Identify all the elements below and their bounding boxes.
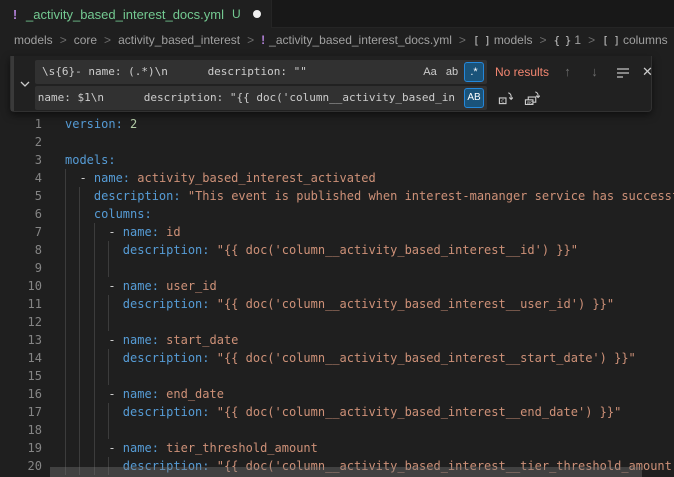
symbol-array-icon: [ ]	[602, 34, 619, 47]
toggle-replace-button[interactable]	[14, 56, 35, 111]
chevron-down-icon	[20, 81, 30, 87]
tab-bar: ! _activity_based_interest_docs.yml U	[0, 0, 674, 28]
line-number: 19	[0, 439, 42, 457]
whole-word-toggle[interactable]: ab	[442, 62, 462, 82]
line-number: 14	[0, 349, 42, 367]
horizontal-scrollbar[interactable]	[50, 467, 642, 477]
line-number: 7	[0, 223, 42, 241]
line-number: 3	[0, 151, 42, 169]
regex-toggle[interactable]: .*	[464, 62, 484, 82]
line-number: 18	[0, 421, 42, 439]
breadcrumb-item[interactable]: [ ]models	[473, 33, 533, 47]
code-editor[interactable]: 1 version: 2 23 models: 4 - name: activity_b…	[0, 52, 674, 477]
line-number: 5	[0, 187, 42, 205]
code-line: description: "{{ doc('column__activity_b…	[65, 241, 674, 259]
code-line: description: "{{ doc('column__activity_b…	[65, 295, 674, 313]
code-line: description: "{{ doc('column__activity_b…	[65, 403, 674, 421]
code-line: - name: tier_threshold_amount	[65, 439, 674, 457]
line-number: 6	[0, 205, 42, 223]
line-number: 4	[0, 169, 42, 187]
line-number: 15	[0, 367, 42, 385]
line-number: 8	[0, 241, 42, 259]
svg-text:c: c	[501, 99, 504, 105]
editor-tab[interactable]: ! _activity_based_interest_docs.yml U	[0, 0, 272, 28]
next-match-button[interactable]: ↓	[584, 61, 605, 82]
replace-all-icon: ac	[524, 90, 540, 105]
line-number: 12	[0, 313, 42, 331]
code-line	[65, 421, 674, 439]
code-line	[65, 259, 674, 277]
breadcrumb-separator-icon: >	[60, 33, 67, 47]
line-number: 9	[0, 259, 42, 277]
unsaved-changes-icon[interactable]	[253, 10, 261, 18]
line-number: 1	[0, 115, 42, 133]
previous-match-button[interactable]: ↑	[557, 61, 578, 82]
find-in-selection-button[interactable]	[612, 61, 633, 82]
code-line: description: "This event is published wh…	[65, 187, 674, 205]
breadcrumb-separator-icon: >	[588, 33, 595, 47]
arrow-up-icon: ↑	[564, 64, 571, 79]
code-line	[65, 133, 674, 151]
line-number: 13	[0, 331, 42, 349]
yaml-file-icon: !	[261, 33, 265, 47]
code-line: description: "{{ doc('column__activity_b…	[65, 349, 674, 367]
find-replace-widget: \s{6}- name: (.*)\n description: "" Aaab…	[10, 56, 652, 112]
arrow-down-icon: ↓	[591, 64, 598, 79]
breadcrumb-item[interactable]: !_activity_based_interest_docs.yml	[261, 33, 452, 47]
preserve-case-toggle[interactable]: AB	[464, 88, 484, 108]
code-line: - name: start_date	[65, 331, 674, 349]
find-input[interactable]: \s{6}- name: (.*)\n description: "" Aaab…	[35, 60, 487, 84]
breadcrumb-separator-icon: >	[459, 33, 466, 47]
code-line	[65, 367, 674, 385]
breadcrumb: models > core > activity_based_interest > !_ac…	[0, 28, 674, 52]
code-line: columns:	[65, 205, 674, 223]
close-find-widget-button[interactable]: ✕	[637, 61, 658, 82]
find-status: No results	[495, 60, 549, 84]
svg-text:ac: ac	[526, 100, 532, 105]
code-line: - name: activity_based_interest_activate…	[65, 169, 674, 187]
selection-icon	[616, 65, 630, 79]
tab-title: _activity_based_interest_docs.yml	[26, 7, 224, 22]
code-line: - name: end_date	[65, 385, 674, 403]
code-line: models:	[65, 151, 674, 169]
find-query-text: \s{6}- name: (.*)\n description: ""	[42, 60, 307, 84]
symbol-array-icon: [ ]	[473, 34, 490, 47]
replace-text: - name: $1\n description: "{{ doc('colum…	[35, 86, 455, 110]
line-number: 20	[0, 457, 42, 475]
breadcrumb-item[interactable]: activity_based_interest	[118, 33, 240, 47]
breadcrumb-item[interactable]: core	[74, 33, 97, 47]
code-line: version: 2	[65, 115, 674, 133]
yaml-file-icon: !	[10, 7, 20, 22]
breadcrumb-item[interactable]: { }1	[554, 33, 582, 47]
breadcrumb-item[interactable]: models	[14, 33, 53, 47]
code-line: - name: user_id	[65, 277, 674, 295]
line-number: 10	[0, 277, 42, 295]
code-line	[65, 313, 674, 331]
breadcrumb-separator-icon: >	[247, 33, 254, 47]
line-number: 11	[0, 295, 42, 313]
replace-button[interactable]: c	[495, 87, 516, 108]
breadcrumb-item[interactable]: [ ]columns	[602, 33, 668, 47]
git-status-badge: U	[232, 7, 241, 21]
replace-all-button[interactable]: ac	[521, 87, 542, 108]
breadcrumb-separator-icon: >	[540, 33, 547, 47]
match-case-toggle[interactable]: Aa	[420, 62, 440, 82]
line-number: 2	[0, 133, 42, 151]
replace-icon: c	[498, 90, 513, 105]
close-icon: ✕	[642, 64, 653, 80]
code-line: - name: id	[65, 223, 674, 241]
line-number: 16	[0, 385, 42, 403]
line-number: 17	[0, 403, 42, 421]
replace-input[interactable]: - name: $1\n description: "{{ doc('colum…	[35, 86, 487, 110]
breadcrumb-separator-icon: >	[104, 33, 111, 47]
symbol-object-icon: { }	[554, 34, 571, 47]
